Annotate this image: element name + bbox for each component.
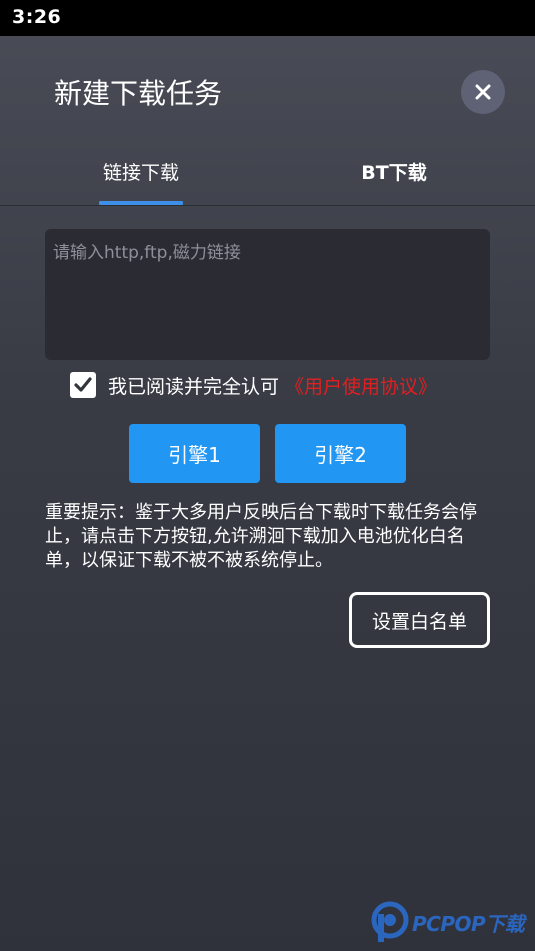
tab-link-download[interactable]: 链接下载 <box>82 140 200 206</box>
status-time: 3:26 <box>12 6 62 28</box>
watermark: PCPOP下载 <box>370 900 535 944</box>
pcpop-logo-icon <box>371 901 409 942</box>
url-input[interactable] <box>45 229 490 360</box>
tab-bt-download[interactable]: BT下载 <box>335 140 453 206</box>
agreement-text: 我已阅读并完全认可 <box>108 375 280 398</box>
status-bar: 3:26 <box>0 0 535 36</box>
dialog-title: 新建下载任务 <box>54 77 223 110</box>
important-notice: 重要提示：鉴于大多用户反映后台下载时下载任务会停止，请点击下方按钮,允许溯洄下载… <box>45 502 477 571</box>
download-task-screen: 3:26 新建下载任务 链接下载 BT下载 我已阅读并完全认可 《用户使用协议》… <box>0 0 535 951</box>
engine-2-button[interactable]: 引擎2 <box>275 424 406 483</box>
tab-indicator <box>99 201 183 205</box>
watermark-text: PCPOP下载 <box>412 911 525 936</box>
close-button[interactable] <box>461 70 505 114</box>
agreement-checkbox[interactable] <box>70 372 96 398</box>
set-whitelist-button[interactable]: 设置白名单 <box>349 592 490 648</box>
engine-1-button[interactable]: 引擎1 <box>129 424 260 483</box>
checkmark-icon <box>74 377 92 392</box>
user-agreement-link[interactable]: 《用户使用协议》 <box>285 372 437 399</box>
close-icon <box>475 84 491 100</box>
tab-bar: 链接下载 BT下载 <box>0 140 535 206</box>
agreement-row: 我已阅读并完全认可 《用户使用协议》 <box>70 370 437 400</box>
